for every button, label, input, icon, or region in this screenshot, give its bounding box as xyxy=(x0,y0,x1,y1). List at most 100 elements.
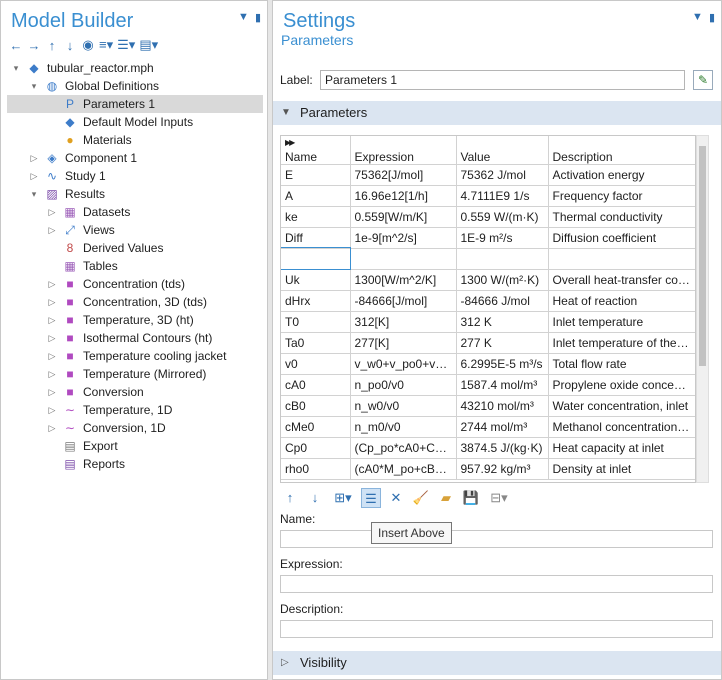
tree-item[interactable]: ● Materials xyxy=(7,131,263,149)
table-row[interactable]: E 75362[J/mol] 75362 J/mol Activation energ… xyxy=(281,164,695,186)
description-field[interactable] xyxy=(280,620,713,638)
forward-arrow-icon[interactable]: → xyxy=(27,38,41,53)
table-cell[interactable]: 277 K xyxy=(456,332,549,354)
pin-icon[interactable]: ▮ xyxy=(255,11,261,24)
table-cell[interactable]: cA0 xyxy=(281,374,351,396)
tree-item[interactable]: ▾ ▨ Results xyxy=(7,185,263,203)
tree-item[interactable]: ▾ ◍ Global Definitions xyxy=(7,77,263,95)
table-cell[interactable]: 4.7111E9 1/s xyxy=(456,185,549,207)
collapse-arrow-icon[interactable]: ▷ xyxy=(47,293,57,311)
table-cell[interactable]: n_w0/v0 xyxy=(350,395,457,417)
table-cell[interactable]: dHrx xyxy=(281,290,351,312)
column-header-value[interactable]: Value xyxy=(456,136,549,165)
tree-item[interactable]: ▷ ■ Temperature (Mirrored) xyxy=(7,365,263,383)
table-cell[interactable]: Overall heat-transfer coef... xyxy=(548,269,695,291)
table-row[interactable]: Ta0 277[K] 277 K Inlet temperature of the c… xyxy=(281,332,695,354)
collapse-arrow-icon[interactable]: ▷ xyxy=(47,203,57,221)
expression-field[interactable] xyxy=(280,575,713,593)
tree-item[interactable]: ▷ ■ Concentration (tds) xyxy=(7,275,263,293)
insert-icon[interactable]: ⊞▾ xyxy=(330,488,356,508)
column-header-description[interactable]: Description xyxy=(548,136,695,165)
table-cell[interactable]: 1587.4 mol/m³ xyxy=(456,374,549,396)
label-field[interactable]: Parameters 1 xyxy=(320,70,685,90)
table-cell[interactable]: Thermal conductivity xyxy=(548,206,695,228)
table-cell[interactable]: n_m0/v0 xyxy=(350,416,457,438)
table-cell[interactable]: cMe0 xyxy=(281,416,351,438)
tree-item[interactable]: ▷ ∿ Study 1 xyxy=(7,167,263,185)
open-folder-icon[interactable]: ▰ xyxy=(436,488,456,508)
tree-item[interactable]: ▷ ◈ Component 1 xyxy=(7,149,263,167)
table-cell[interactable]: E xyxy=(281,164,351,186)
table-cell[interactable] xyxy=(281,247,351,270)
clear-table-icon[interactable]: 🧹 xyxy=(411,488,431,508)
table-row[interactable]: A 16.96e12[1/h] 4.7111E9 1/s Frequency fact… xyxy=(281,185,695,207)
table-cell[interactable]: 75362 J/mol xyxy=(456,164,549,186)
table-cell[interactable]: (cA0*M_po+cB0... xyxy=(350,458,457,480)
table-row[interactable]: cMe0 n_m0/v0 2744 mol/m³ Methanol concentra… xyxy=(281,416,695,438)
table-row[interactable]: rho0 (cA0*M_po+cB0... 957.92 kg/m³ Density … xyxy=(281,458,695,480)
table-cell[interactable]: 0.559 W/(m·K) xyxy=(456,206,549,228)
table-cell[interactable]: cB0 xyxy=(281,395,351,417)
collapse-arrow-icon[interactable]: ▷ xyxy=(47,275,57,293)
expand-arrow-icon[interactable]: ▾ xyxy=(11,59,21,77)
view-options-icon[interactable]: ▤▾ xyxy=(139,37,158,53)
expand-arrow-icon[interactable]: ▾ xyxy=(29,185,39,203)
tree-item[interactable]: ▷ ■ Temperature cooling jacket xyxy=(7,347,263,365)
table-cell[interactable]: A xyxy=(281,185,351,207)
table-cell[interactable]: rho0 xyxy=(281,458,351,480)
table-cell[interactable]: Uk xyxy=(281,269,351,291)
tree-item[interactable]: ▷ ⤢ Views xyxy=(7,221,263,239)
table-row[interactable]: T0 312[K] 312 K Inlet temperature xyxy=(281,311,695,333)
collapse-arrow-icon[interactable]: ▷ xyxy=(47,419,57,437)
table-row[interactable]: ke 0.559[W/m/K] 0.559 W/(m·K) Thermal condu… xyxy=(281,206,695,228)
table-cell[interactable]: v_w0+v_po0+v_... xyxy=(350,353,457,375)
table-cell[interactable]: 1300 W/(m²·K) xyxy=(456,269,549,291)
tree-item[interactable]: ▷ ■ Conversion xyxy=(7,383,263,401)
section-parameters-header[interactable]: ▼ Parameters xyxy=(273,101,721,125)
tree-item[interactable]: ▷ ▦ Datasets xyxy=(7,203,263,221)
table-cell[interactable]: Heat of reaction xyxy=(548,290,695,312)
collapse-arrow-icon[interactable]: ▷ xyxy=(47,329,57,347)
table-cell[interactable]: Water concentration, inlet xyxy=(548,395,695,417)
tree-item[interactable]: ▷ ∼ Temperature, 1D xyxy=(7,401,263,419)
table-cell[interactable]: Diffusion coefficient xyxy=(548,227,695,249)
insert-above-icon[interactable]: ☰ xyxy=(361,488,381,508)
table-cell[interactable]: 75362[J/mol] xyxy=(350,164,457,186)
pin-icon[interactable]: ▮ xyxy=(709,11,715,24)
tree-item[interactable]: ▷ ■ Concentration, 3D (tds) xyxy=(7,293,263,311)
table-cell[interactable]: 43210 mol/m³ xyxy=(456,395,549,417)
table-row[interactable]: Cp0 (Cp_po*cA0+Cp... 3874.5 J/(kg·K) Heat c… xyxy=(281,437,695,459)
expand-sections-icon[interactable]: ☰▾ xyxy=(117,37,135,53)
save-icon[interactable]: 💾 xyxy=(461,488,481,508)
table-cell[interactable]: Inlet temperature of the c... xyxy=(548,332,695,354)
table-row[interactable]: cA0 n_po0/v0 1587.4 mol/m³ Propylene oxide … xyxy=(281,374,695,396)
table-cell[interactable]: n_po0/v0 xyxy=(350,374,457,396)
table-cell[interactable]: 6.2995E-5 m³/s xyxy=(456,353,549,375)
more-options-icon[interactable]: ⊟▾ xyxy=(486,488,512,508)
tree-item[interactable]: ▷ ■ Isothermal Contours (ht) xyxy=(7,329,263,347)
table-cell[interactable]: 1300[W/m^2/K] xyxy=(350,269,457,291)
table-cell[interactable]: 312[K] xyxy=(350,311,457,333)
table-cell[interactable]: Activation energy xyxy=(548,164,695,186)
tree-item[interactable]: 8 Derived Values xyxy=(7,239,263,257)
table-cell[interactable]: 1e-9[m^2/s] xyxy=(350,227,457,249)
table-cell[interactable]: Frequency factor xyxy=(548,185,695,207)
table-cell[interactable] xyxy=(548,248,695,270)
table-cell[interactable]: Ta0 xyxy=(281,332,351,354)
table-cell[interactable]: Density at inlet xyxy=(548,458,695,480)
table-cell[interactable]: Diff xyxy=(281,227,351,249)
table-cell[interactable]: T0 xyxy=(281,311,351,333)
table-cell[interactable]: 1E-9 m²/s xyxy=(456,227,549,249)
move-down-icon[interactable]: ↓ xyxy=(305,488,325,508)
table-cell[interactable]: Heat capacity at inlet xyxy=(548,437,695,459)
collapse-arrow-icon[interactable]: ▷ xyxy=(47,383,57,401)
table-cell[interactable]: 3874.5 J/(kg·K) xyxy=(456,437,549,459)
table-row[interactable]: Diff 1e-9[m^2/s] 1E-9 m²/s Diffusion coeffi… xyxy=(281,227,695,249)
tree-item[interactable]: ▷ ■ Temperature, 3D (ht) xyxy=(7,311,263,329)
table-scrollbar[interactable] xyxy=(696,135,709,483)
tree-item[interactable]: ▾ ◆ tubular_reactor.mph xyxy=(7,59,263,77)
tree-item[interactable]: P Parameters 1 xyxy=(7,95,263,113)
table-cell[interactable]: -84666[J/mol] xyxy=(350,290,457,312)
panel-menu-icon[interactable]: ▼ xyxy=(238,11,249,24)
table-cell[interactable]: Propylene oxide concent... xyxy=(548,374,695,396)
